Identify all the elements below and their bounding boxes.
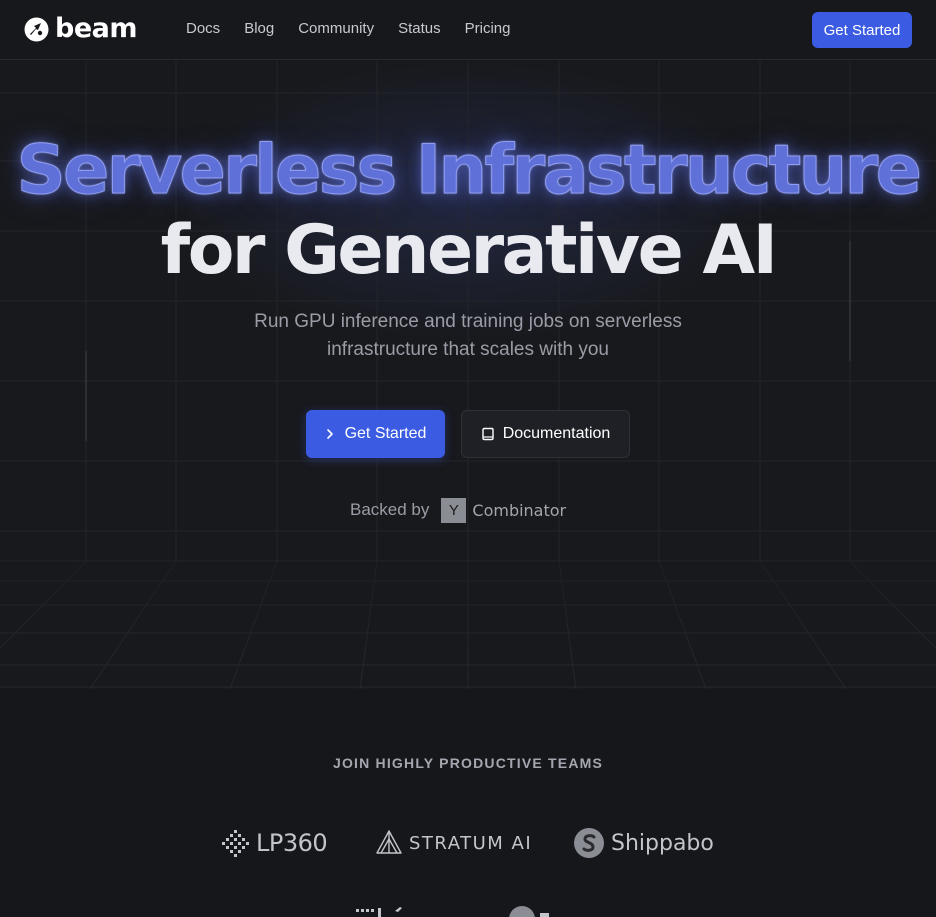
nav-link-blog[interactable]: Blog (244, 20, 274, 37)
shippabo-logo-icon (574, 828, 604, 858)
partial-logo-shapes (356, 906, 549, 917)
lp360-name: LP360 (256, 829, 328, 857)
nav-links: Docs Blog Community Status Pricing (186, 20, 510, 37)
brand-name: beam (55, 13, 138, 44)
hero-subtitle-line-1: Run GPU inference and training jobs on s… (254, 311, 682, 332)
y-combinator-name: Combinator (472, 500, 567, 520)
hero-title-line-1: Serverless Infrastructure (16, 131, 922, 211)
hero-subtitle: Run GPU inference and training jobs on s… (218, 308, 718, 364)
backed-by-label: Backed by (350, 500, 430, 519)
lp360-logo: LP360 (222, 825, 328, 861)
customer-logos-row-2-partial (0, 903, 936, 917)
nav-get-started-button[interactable]: Get Started (812, 12, 912, 48)
documentation-button[interactable]: Documentation (461, 410, 630, 458)
top-navigation: beam Docs Blog Community Status Pricing … (0, 0, 936, 60)
chevron-right-icon (326, 429, 333, 439)
hero-get-started-label: Get Started (344, 425, 427, 442)
backed-by-row: Backed by Y Combinator (350, 497, 567, 523)
hero-title-line-2: for Generative AI (160, 211, 778, 290)
hero-get-started-button[interactable]: Get Started (306, 410, 445, 458)
nav-link-docs[interactable]: Docs (186, 20, 220, 37)
customer-logos: LP360 STRATUM AI Shippabo (0, 825, 936, 865)
documentation-label: Documentation (502, 425, 611, 442)
hero-subtitle-line-2: infrastructure that scales with you (327, 339, 609, 360)
book-icon (481, 427, 494, 441)
beam-logo[interactable]: beam (24, 13, 138, 44)
hero-section: Serverless Infrastructure for Generative… (0, 61, 936, 689)
lp360-logo-icon (222, 830, 249, 857)
y-combinator-logo-icon: Y (441, 497, 467, 523)
nav-link-pricing[interactable]: Pricing (465, 20, 511, 37)
shippabo-name: Shippabo (611, 830, 714, 856)
beam-logo-icon (24, 17, 49, 41)
stratum-logo-icon (376, 830, 402, 854)
shippabo-logo: Shippabo (573, 825, 714, 861)
stratum-ai-name: STRATUM AI (409, 832, 533, 854)
nav-link-community[interactable]: Community (298, 20, 374, 37)
nav-link-status[interactable]: Status (398, 20, 441, 37)
teams-heading: JOIN HIGHLY PRODUCTIVE TEAMS (332, 755, 604, 771)
stratum-ai-logo: STRATUM AI (375, 825, 532, 861)
